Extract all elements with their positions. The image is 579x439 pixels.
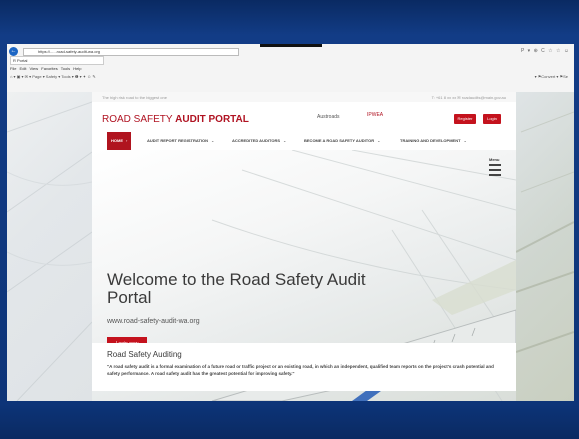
main-navigation: HOME › AUDIT REPORT REGISTRATION ⌄ ACCREDI… [92,132,516,151]
nav-item-label: AUDIT REPORT REGISTRATION [147,138,209,143]
address-bar[interactable]: https://......road-safety-audit-wa.org [23,48,239,56]
road-safety-auditing-section: Road Safety Auditing "A road safety audi… [92,343,516,391]
browser-chrome: ← https://......road-safety-audit-wa.org… [7,44,574,93]
nav-item-label: BECOME A ROAD SAFETY AUDITOR [304,138,375,143]
webpage: The high risk road to the biggest one T:… [92,92,516,401]
nav-item-audit-report-registration[interactable]: AUDIT REPORT REGISTRATION ⌄ [147,132,214,150]
top-info-strip: The high risk road to the biggest one T:… [92,92,516,102]
chevron-down-icon: ⌄ [377,138,381,143]
login-button[interactable]: Login [483,114,501,124]
section-title: Road Safety Auditing [107,350,182,359]
hero-url[interactable]: www.road-safety-audit-wa.org [107,318,200,325]
nav-item-home[interactable]: HOME › [107,132,132,150]
ipwea-logo[interactable]: IPWEA [367,112,383,118]
back-arrow-icon[interactable]: ← [9,47,18,56]
register-button[interactable]: Register [454,114,476,124]
nav-item-become-auditor[interactable]: BECOME A ROAD SAFETY AUDITOR ⌄ [304,132,380,150]
nav-item-label: TRAINING AND DEVELOPMENT [400,138,461,143]
chevron-down-icon: ⌄ [463,138,467,143]
screen-top-bar [260,44,322,47]
site-header: ROAD SAFETY AUDIT PORTAL Austroads IPWEA… [92,102,516,132]
site-logo[interactable]: ROAD SAFETY AUDIT PORTAL [102,114,249,125]
nav-item-training-development[interactable]: TRAINING AND DEVELOPMENT ⌄ [400,132,467,150]
chevron-down-icon: ⌄ [283,138,287,143]
logo-text-bold: AUDIT PORTAL [175,114,249,125]
section-body: "A road safety audit is a formal examina… [107,364,494,376]
chevron-down-icon: › [126,138,128,143]
mobile-menu-label: Menu [489,157,500,162]
nav-item-label: HOME [111,138,123,143]
browser-window: ← https://......road-safety-audit-wa.org… [7,44,574,401]
page-background-left [7,92,92,401]
site-tagline: The high risk road to the biggest one [102,95,167,100]
browser-tab[interactable]: R Portal [10,56,104,65]
browser-menu-bar[interactable]: File Edit View Favorites Tools Help [10,66,81,71]
favorites-bar-right[interactable]: ▾ ⚑Convert ▾ ⚑Se [535,74,568,79]
nav-item-accredited-auditors[interactable]: ACCREDITED AUDITORS ⌄ [232,132,286,150]
hamburger-menu-icon[interactable] [489,164,501,179]
austroads-logo[interactable]: Austroads [317,114,340,120]
chevron-down-icon: ⌄ [211,138,215,143]
logo-text-prefix: ROAD SAFETY [102,114,176,125]
contact-info[interactable]: T: +61 8 xx xx ✉ roadaudits@main.gov.au [432,95,506,100]
hero-title: Welcome to the Road Safety Audit Portal [107,270,366,307]
page-background-right [516,92,574,401]
command-bar[interactable]: ⌂ ▾ ▣ ▾ ✉ ▾ Page ▾ Safety ▾ Tools ▾ ❶ ▾ … [10,74,96,79]
address-bar-tools[interactable]: P ▾ ⊕ C ☆ ☆ ☺ [521,48,570,54]
nav-item-label: ACCREDITED AUDITORS [232,138,281,143]
